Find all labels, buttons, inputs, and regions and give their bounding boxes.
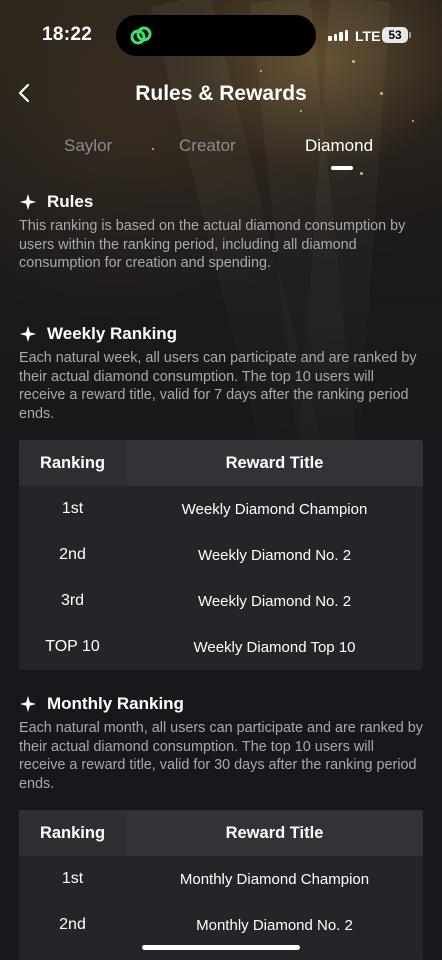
page-title: Rules & Rewards <box>135 82 307 105</box>
monthly-heading: Monthly Ranking <box>19 694 424 714</box>
reward-title-cell: Monthly Diamond No. 2 <box>196 916 353 934</box>
tab-creator[interactable]: Creator <box>179 136 236 156</box>
monthly-heading-text: Monthly Ranking <box>47 694 184 713</box>
sparkle-dot <box>412 120 414 122</box>
sparkle-star-icon <box>19 193 37 211</box>
sparkle-dot <box>260 70 262 72</box>
table-header-row: Ranking Reward Title <box>19 440 423 486</box>
monthly-description: Each natural month, all users can partic… <box>19 720 423 792</box>
weekly-section: Weekly Ranking Each natural week, all us… <box>19 324 424 423</box>
weekly-reward-table: Ranking Reward Title 1st Weekly Diamond … <box>19 440 423 670</box>
sparkle-dot <box>300 110 302 112</box>
rules-heading: Rules <box>19 192 424 212</box>
status-bar: 18:22 LTE 53 <box>0 0 442 70</box>
status-time: 18:22 <box>42 24 93 45</box>
column-header-ranking: Ranking <box>19 810 126 856</box>
home-indicator[interactable] <box>142 945 300 950</box>
table-row: 2nd Weekly Diamond No. 2 <box>19 532 423 578</box>
table-row: 1st Monthly Diamond Champion <box>19 856 423 902</box>
battery-tip <box>409 32 411 38</box>
battery-level: 53 <box>382 27 408 43</box>
table-row: 2nd Monthly Diamond No. 2 <box>19 902 423 948</box>
weekly-heading: Weekly Ranking <box>19 324 424 344</box>
tab-saylor[interactable]: Saylor <box>64 136 112 156</box>
table-row: TOP 10 Weekly Diamond Top 10 <box>19 624 423 670</box>
monthly-reward-table: Ranking Reward Title 1st Monthly Diamond… <box>19 810 423 960</box>
weekly-description: Each natural week, all users can partici… <box>19 350 417 422</box>
rules-description: This ranking is based on the actual diam… <box>19 218 406 271</box>
dynamic-island <box>116 15 316 56</box>
link-app-icon <box>128 23 154 49</box>
cellular-signal-icon <box>328 30 348 41</box>
reward-title-cell: Weekly Diamond Top 10 <box>193 638 356 656</box>
reward-title-cell: Weekly Diamond Champion <box>181 500 368 518</box>
rules-heading-text: Rules <box>47 192 94 211</box>
ranking-tabs: Saylor Creator Diamond <box>0 136 442 176</box>
reward-title-cell: Weekly Diamond No. 2 <box>197 592 352 610</box>
rank-cell: 2nd <box>59 916 86 933</box>
rank-cell: 1st <box>61 870 84 887</box>
reward-title-cell: Weekly Diamond No. 2 <box>197 546 352 564</box>
column-header-reward-title: Reward Title <box>225 453 324 472</box>
sparkle-star-icon <box>19 325 37 343</box>
rank-cell: 2nd <box>59 546 86 563</box>
network-type: LTE <box>355 28 381 44</box>
column-header-reward-title: Reward Title <box>225 823 324 842</box>
column-header-ranking: Ranking <box>19 440 126 486</box>
rank-cell: TOP 10 <box>45 638 100 655</box>
reward-title-cell: Monthly Diamond Champion <box>179 870 370 888</box>
monthly-section: Monthly Ranking Each natural month, all … <box>19 694 424 793</box>
rules-section: Rules This ranking is based on the actua… <box>19 192 424 273</box>
active-tab-indicator <box>331 166 353 170</box>
table-row: 3rd Weekly Diamond No. 2 <box>19 578 423 624</box>
tab-diamond[interactable]: Diamond <box>305 136 373 156</box>
weekly-heading-text: Weekly Ranking <box>47 324 178 343</box>
table-header-row: Ranking Reward Title <box>19 810 423 856</box>
table-row: 1st Weekly Diamond Champion <box>19 486 423 532</box>
rank-cell: 1st <box>61 500 84 517</box>
sparkle-star-icon <box>19 695 37 713</box>
rank-cell: 3rd <box>60 592 85 609</box>
